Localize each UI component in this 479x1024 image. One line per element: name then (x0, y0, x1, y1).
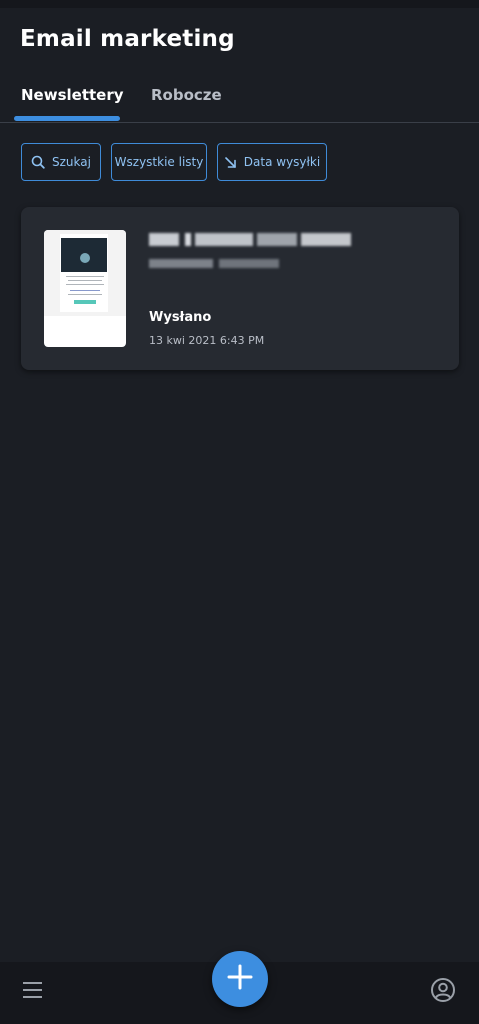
plus-icon (226, 963, 254, 995)
sort-by-date-label: Data wysyłki (243, 155, 321, 169)
account-circle-icon[interactable] (430, 977, 456, 1003)
newsletter-preview-redacted (149, 259, 279, 268)
arrow-down-right-icon (224, 156, 237, 169)
hamburger-menu-icon[interactable] (23, 980, 45, 1000)
all-lists-label: Wszystkie listy (114, 155, 204, 169)
tab-drafts[interactable]: Robocze (151, 86, 222, 104)
search-button-label: Szukaj (52, 155, 91, 169)
search-button[interactable]: Szukaj (21, 143, 101, 181)
page-title: Email marketing (20, 26, 235, 52)
status-label: Wysłano (149, 310, 212, 325)
status-bar (0, 0, 479, 8)
tab-bar: Newslettery Robocze (0, 80, 479, 123)
sent-date: 13 kwi 2021 6:43 PM (149, 334, 265, 347)
newsletter-subject-redacted (149, 233, 351, 246)
newsletter-thumbnail (44, 230, 126, 347)
tab-newsletters[interactable]: Newslettery (21, 86, 124, 104)
all-lists-button[interactable]: Wszystkie listy (111, 143, 207, 181)
newsletter-card[interactable]: Wysłano 13 kwi 2021 6:43 PM (21, 207, 459, 370)
active-tab-indicator (14, 116, 120, 121)
search-icon (31, 155, 45, 169)
sort-by-date-button[interactable]: Data wysyłki (217, 143, 327, 181)
add-newsletter-button[interactable] (212, 951, 268, 1007)
